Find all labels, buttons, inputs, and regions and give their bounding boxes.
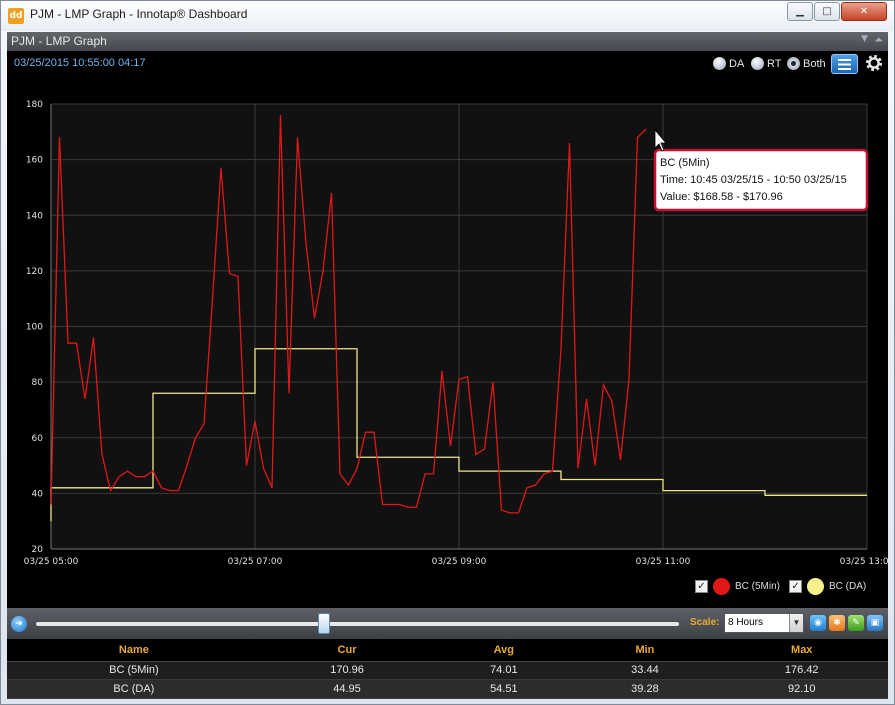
x-tick-label: 03/25 09:00 [432, 557, 487, 567]
tooltip-series-name: BC (5Min) [660, 157, 710, 169]
minimize-button[interactable]: ▁ [787, 2, 813, 21]
graph-area: 03/25/2015 10:55:00 04:17 DA RT Both 20 4… [7, 51, 888, 608]
column-header[interactable]: Max [715, 639, 888, 662]
time-slider-bar: ➜ Scale: 8 Hours ▼ ◉ ✱ ✎ ▣ [7, 608, 888, 639]
radio-both-label: Both [803, 57, 826, 70]
app-logo-icon: dd [8, 8, 24, 24]
maximize-button[interactable]: □ [814, 2, 840, 21]
table-header-row: Name Cur Avg Min Max [7, 639, 888, 662]
scale-select[interactable]: 8 Hours ▼ [724, 613, 804, 633]
x-tick-label: 03/25 11:00 [636, 557, 691, 567]
tooltip-value: Value: $168.58 - $170.96 [660, 191, 783, 203]
chevron-down-icon[interactable]: ▼ [789, 614, 803, 632]
y-tick-label: 120 [26, 267, 43, 277]
y-tick-label: 180 [26, 100, 43, 110]
y-tick-label: 100 [26, 323, 43, 333]
legend-checkbox-5min[interactable]: ✓ [695, 580, 708, 593]
list-icon [838, 58, 851, 70]
table-cell: 176.42 [715, 661, 888, 681]
tooltip-time: Time: 10:45 03/25/15 - 10:50 03/25/15 [660, 174, 847, 186]
radio-rt-indicator[interactable] [751, 57, 764, 70]
scale-label: Scale: [690, 617, 720, 628]
column-header[interactable]: Name [7, 639, 261, 662]
y-tick-label: 160 [26, 156, 43, 166]
app-window: dd PJM - LMP Graph - Innotap® Dashboard … [0, 0, 895, 705]
table-cell: BC (DA) [7, 679, 261, 699]
settings-tool-icon[interactable]: ✱ [829, 615, 845, 631]
stats-table: Name Cur Avg Min Max BC (5Min) 170.96 74… [7, 639, 888, 699]
legend-label-da: BC (DA) [829, 581, 867, 592]
radio-da-label: DA [729, 57, 745, 70]
table-cell: 170.96 [260, 661, 434, 681]
close-button[interactable]: ✕ [841, 2, 887, 21]
column-header[interactable]: Cur [260, 639, 434, 662]
radio-both[interactable]: Both [787, 57, 826, 70]
y-tick-label: 20 [32, 545, 44, 555]
column-header[interactable]: Min [574, 639, 716, 662]
title-bar[interactable]: dd PJM - LMP Graph - Innotap® Dashboard … [1, 1, 894, 31]
table-cell: 74.01 [433, 661, 575, 681]
window-title: PJM - LMP Graph - Innotap® Dashboard [30, 7, 248, 21]
legend-label-5min: BC (5Min) [735, 581, 781, 592]
time-slider-thumb[interactable] [318, 613, 330, 634]
y-tick-label: 140 [26, 211, 43, 221]
table-row[interactable]: BC (5Min) 170.96 74.01 33.44 176.42 [7, 661, 888, 681]
table-cell: 33.44 [574, 661, 716, 681]
radio-rt-label: RT [767, 57, 782, 70]
legend-swatch-da [807, 578, 825, 595]
chart-legend: ✓ BC (5Min) ✓ BC (DA) [695, 578, 875, 595]
save-icon[interactable]: ▣ [867, 615, 883, 631]
time-slider-track[interactable] [36, 622, 679, 626]
table-cell: 92.10 [715, 679, 888, 699]
list-view-button[interactable] [831, 54, 858, 74]
scale-select-value: 8 Hours [728, 617, 764, 628]
table-cell: 39.28 [574, 679, 716, 699]
x-tick-label: 03/25 07:00 [228, 557, 283, 567]
arrow-right-icon[interactable]: ➜ [11, 616, 27, 632]
y-tick-label: 80 [32, 378, 44, 388]
radio-da-indicator[interactable] [713, 57, 726, 70]
column-header[interactable]: Avg [433, 639, 575, 662]
radio-both-indicator[interactable] [787, 57, 800, 70]
table-cell: 44.95 [260, 679, 434, 699]
legend-checkbox-da[interactable]: ✓ [789, 580, 803, 593]
x-tick-label: 03/25 05:00 [24, 557, 79, 567]
panel-title: PJM - LMP Graph [11, 34, 107, 48]
y-tick-label: 40 [32, 489, 44, 499]
gear-icon[interactable] [864, 53, 884, 73]
pin-icon[interactable]: ⏶ [874, 33, 883, 47]
radio-rt[interactable]: RT [751, 57, 781, 70]
edit-icon[interactable]: ✎ [848, 615, 864, 631]
legend-swatch-5min [713, 578, 730, 595]
y-tick-label: 60 [32, 434, 44, 444]
table-cell: BC (5Min) [7, 661, 261, 681]
radio-da[interactable]: DA [713, 57, 744, 70]
table-row[interactable]: BC (DA) 44.95 54.51 39.28 92.10 [7, 679, 888, 699]
timestamp-label: 03/25/2015 10:55:00 04:17 [14, 57, 146, 69]
panel-header: PJM - LMP Graph ▼ ⏶ [7, 32, 888, 51]
panel-menu-chevron-icon[interactable]: ▼ [861, 34, 868, 44]
lmp-chart: 20 40 60 80 100 120 140 160 180 03/25 05:00 03/25 … [24, 100, 888, 567]
eye-icon[interactable]: ◉ [810, 615, 826, 631]
x-tick-label: 03/25 13:00 [840, 557, 888, 567]
table-cell: 54.51 [433, 679, 575, 699]
